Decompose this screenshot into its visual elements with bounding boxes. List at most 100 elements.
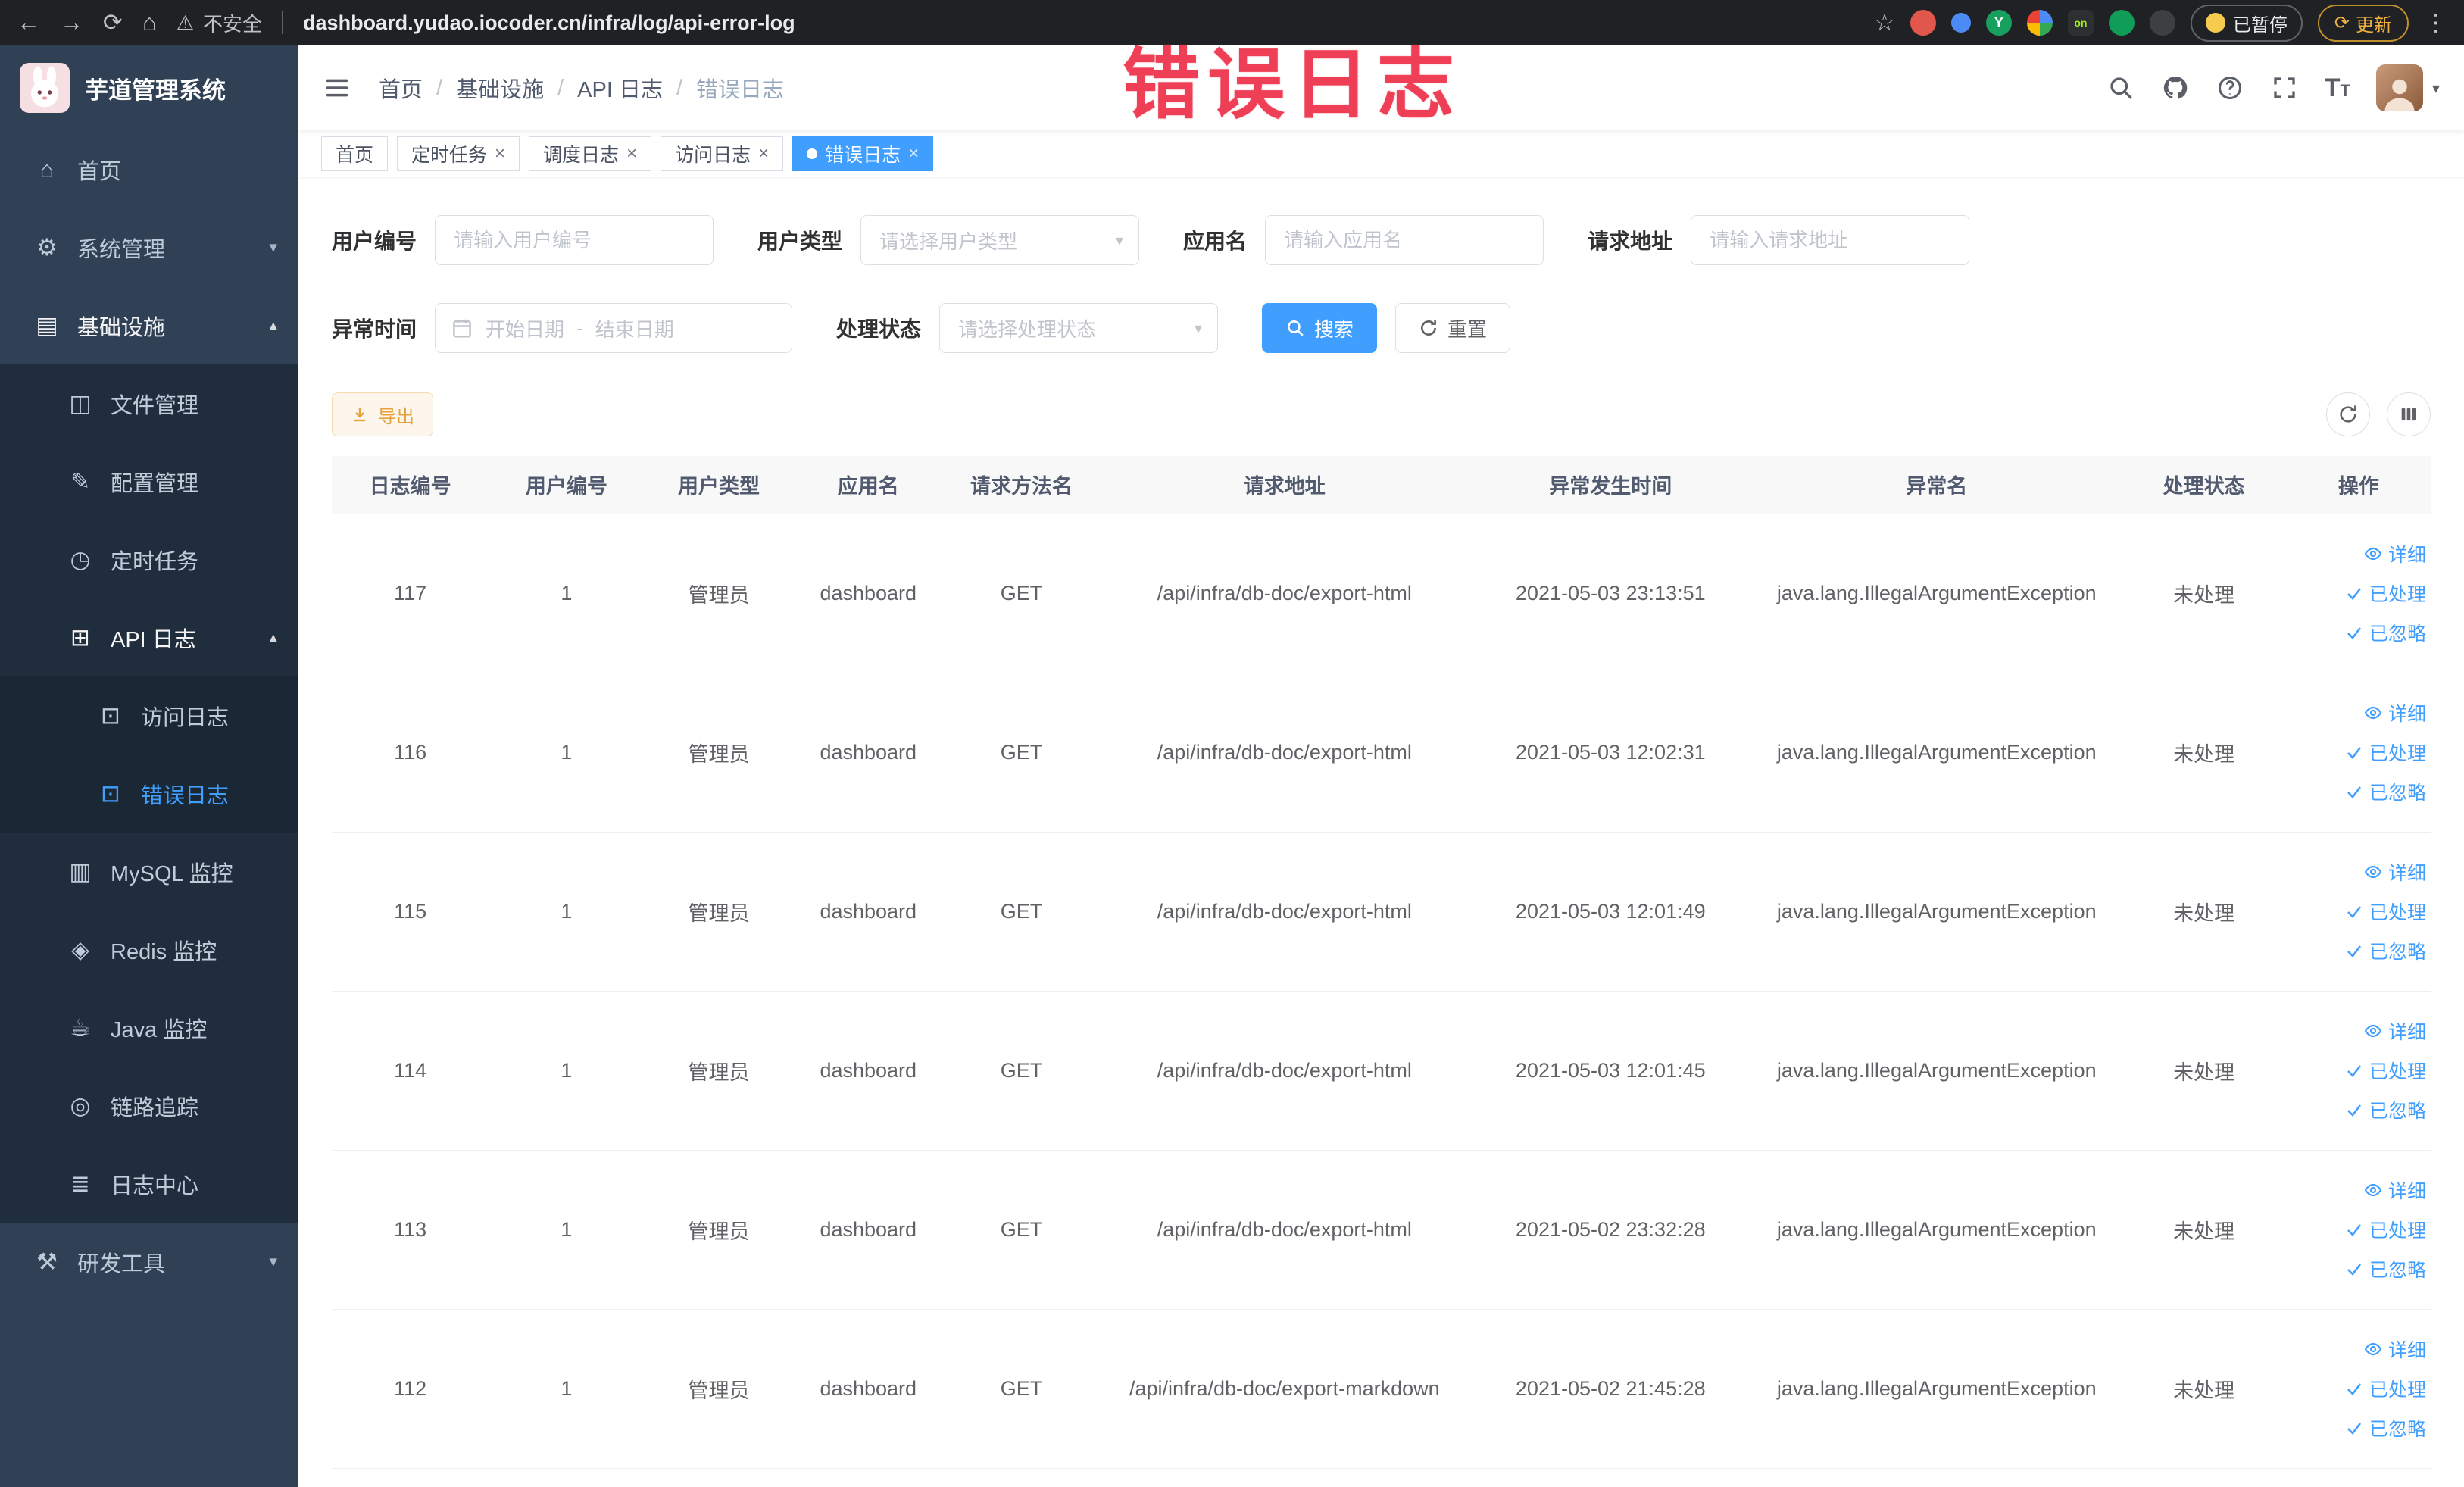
calendar-icon (453, 319, 471, 338)
sidebar-item-9[interactable]: ▥ MySQL 监控 (0, 833, 298, 911)
date-range-picker[interactable]: 开始日期 - 结束日期 (435, 303, 793, 353)
cell-user-type: 管理员 (644, 673, 794, 833)
action-detail[interactable]: 详细 (2287, 534, 2426, 573)
request-url-label: 请求地址 (1588, 230, 1673, 253)
user-id-input[interactable] (435, 215, 714, 265)
extension-icon[interactable] (2149, 10, 2175, 36)
search-icon[interactable] (2106, 73, 2135, 102)
tab-4[interactable]: 错误日志 × (792, 136, 934, 171)
action-processed[interactable]: 已处理 (2287, 573, 2426, 613)
breadcrumb-item[interactable]: 首页 (379, 72, 423, 104)
action-ignored[interactable]: 已忽略 (2287, 613, 2426, 652)
app-name-input[interactable] (1265, 215, 1544, 265)
sidebar-item-6[interactable]: ⊞ API 日志 ▴ (0, 598, 298, 676)
cell-exception: java.lang.IllegalArgumentException (1751, 1309, 2122, 1469)
action-processed[interactable]: 已处理 (2287, 1369, 2426, 1408)
sidebar-item-1[interactable]: ⚙ 系统管理 ▾ (0, 208, 298, 286)
sidebar-item-7[interactable]: ⊡ 访问日志 (0, 676, 298, 754)
sidebar-item-13[interactable]: ≣ 日志中心 (0, 1145, 298, 1223)
action-processed[interactable]: 已处理 (2287, 1051, 2426, 1090)
home-icon[interactable]: ⌂ (142, 9, 157, 36)
site-security[interactable]: ⚠ 不安全 (176, 9, 262, 37)
user-menu[interactable]: ▾ (2375, 64, 2440, 111)
update-button[interactable]: ⟳ 更新 (2317, 4, 2409, 42)
table-row: 113 1 管理员 dashboard GET/api/infra/db-doc/exp… (332, 1150, 2431, 1310)
action-detail[interactable]: 详细 (2287, 1329, 2426, 1369)
process-status-placeholder: 请选择处理状态 (958, 317, 1097, 341)
sidebar-item-12[interactable]: ◎ 链路追踪 (0, 1067, 298, 1145)
menu-dots-icon[interactable]: ⋮ (2424, 9, 2447, 36)
app-logo[interactable]: 芋道管理系统 (0, 45, 298, 130)
check-icon (2347, 1065, 2362, 1077)
extension-icon[interactable] (1950, 13, 1971, 33)
action-detail[interactable]: 详细 (2287, 1011, 2426, 1051)
action-ignored[interactable]: 已忽略 (2287, 772, 2426, 811)
search-button[interactable]: 搜索 (1262, 303, 1378, 353)
request-url-input[interactable] (1691, 215, 1970, 265)
sidebar-item-2[interactable]: ▤ 基础设施 ▴ (0, 286, 298, 364)
sidebar-item-11[interactable]: ☕ Java 监控 (0, 989, 298, 1067)
extension-icon[interactable] (1910, 10, 1936, 36)
tab-3[interactable]: 访问日志 × (661, 136, 784, 171)
sidebar-item-3[interactable]: ◫ 文件管理 (0, 364, 298, 442)
filter-process-status: 处理状态 请选择处理状态 ▾ (836, 303, 1219, 353)
action-detail[interactable]: 详细 (2287, 852, 2426, 892)
sidebar-item-label: 配置管理 (111, 471, 199, 496)
close-tab-icon[interactable]: × (758, 144, 769, 163)
sidebar-item-5[interactable]: ◷ 定时任务 (0, 520, 298, 598)
action-ignored[interactable]: 已忽略 (2287, 1090, 2426, 1129)
eye-icon (2364, 1024, 2382, 1038)
action-ignored[interactable]: 已忽略 (2287, 931, 2426, 970)
font-size-icon[interactable]: TT (2325, 73, 2350, 103)
sidebar-item-14[interactable]: ⚒ 研发工具 ▾ (0, 1223, 298, 1301)
sidebar-toggle-icon[interactable] (323, 75, 353, 101)
fullscreen-icon[interactable] (2270, 73, 2299, 102)
tab-2[interactable]: 调度日志 × (529, 136, 652, 171)
address-bar[interactable]: dashboard.yudao.iocoder.cn/infra/log/api… (303, 11, 1854, 35)
table-toolbar: 导出 (332, 392, 2431, 436)
refresh-button[interactable] (2326, 392, 2370, 436)
action-ignored[interactable]: 已忽略 (2287, 1408, 2426, 1448)
close-tab-icon[interactable]: × (908, 144, 919, 163)
process-status-select[interactable]: 请选择处理状态 ▾ (939, 303, 1219, 353)
export-button[interactable]: 导出 (332, 392, 433, 436)
action-processed[interactable]: 已处理 (2287, 892, 2426, 931)
sidebar-item-10[interactable]: ◈ Redis 监控 (0, 911, 298, 989)
github-icon[interactable] (2161, 73, 2190, 102)
help-icon[interactable] (2216, 73, 2244, 102)
sidebar-item-0[interactable]: ⌂ 首页 (0, 130, 298, 208)
paused-badge[interactable]: 已暂停 (2190, 4, 2303, 42)
close-tab-icon[interactable]: × (626, 144, 637, 163)
sidebar-item-label: Java 监控 (111, 1017, 208, 1042)
action-detail[interactable]: 详细 (2287, 1170, 2426, 1210)
check-icon (2347, 627, 2362, 639)
sidebar-item-8[interactable]: ⊡ 错误日志 (0, 754, 298, 833)
user-type-select[interactable]: 请选择用户类型 ▾ (860, 215, 1140, 265)
security-label: 不安全 (203, 12, 263, 36)
cell-log-id: 113 (332, 1150, 489, 1310)
sidebar-item-4[interactable]: ✎ 配置管理 (0, 442, 298, 520)
breadcrumb-separator: / (557, 75, 564, 100)
navbar: 首页 / 基础设施 / API 日志 / 错误日志 TT ▾ (298, 45, 2464, 130)
back-icon[interactable]: ← (17, 9, 40, 36)
reload-icon[interactable]: ⟳ (103, 9, 123, 36)
extension-icon[interactable] (2026, 10, 2053, 36)
forward-icon[interactable]: → (60, 9, 83, 36)
tab-0[interactable]: 首页 (321, 136, 389, 171)
tab-1[interactable]: 定时任务 × (397, 136, 520, 171)
breadcrumb-item[interactable]: API 日志 (577, 72, 663, 104)
bookmark-star-icon[interactable]: ☆ (1874, 9, 1895, 36)
extension-icon[interactable]: on (2067, 10, 2094, 36)
close-tab-icon[interactable]: × (495, 144, 505, 163)
action-ignored[interactable]: 已忽略 (2287, 1249, 2426, 1289)
cell-log-id: 115 (332, 832, 489, 992)
reset-button[interactable]: 重置 (1395, 303, 1511, 353)
column-settings-button[interactable] (2387, 392, 2431, 436)
action-detail[interactable]: 详细 (2287, 693, 2426, 733)
extension-icon[interactable] (2108, 10, 2135, 36)
chevron-up-icon: ▴ (269, 629, 277, 646)
action-processed[interactable]: 已处理 (2287, 1210, 2426, 1249)
action-processed[interactable]: 已处理 (2287, 733, 2426, 772)
breadcrumb-item[interactable]: 基础设施 (456, 72, 544, 104)
extension-icon[interactable]: Y (1985, 10, 2012, 36)
